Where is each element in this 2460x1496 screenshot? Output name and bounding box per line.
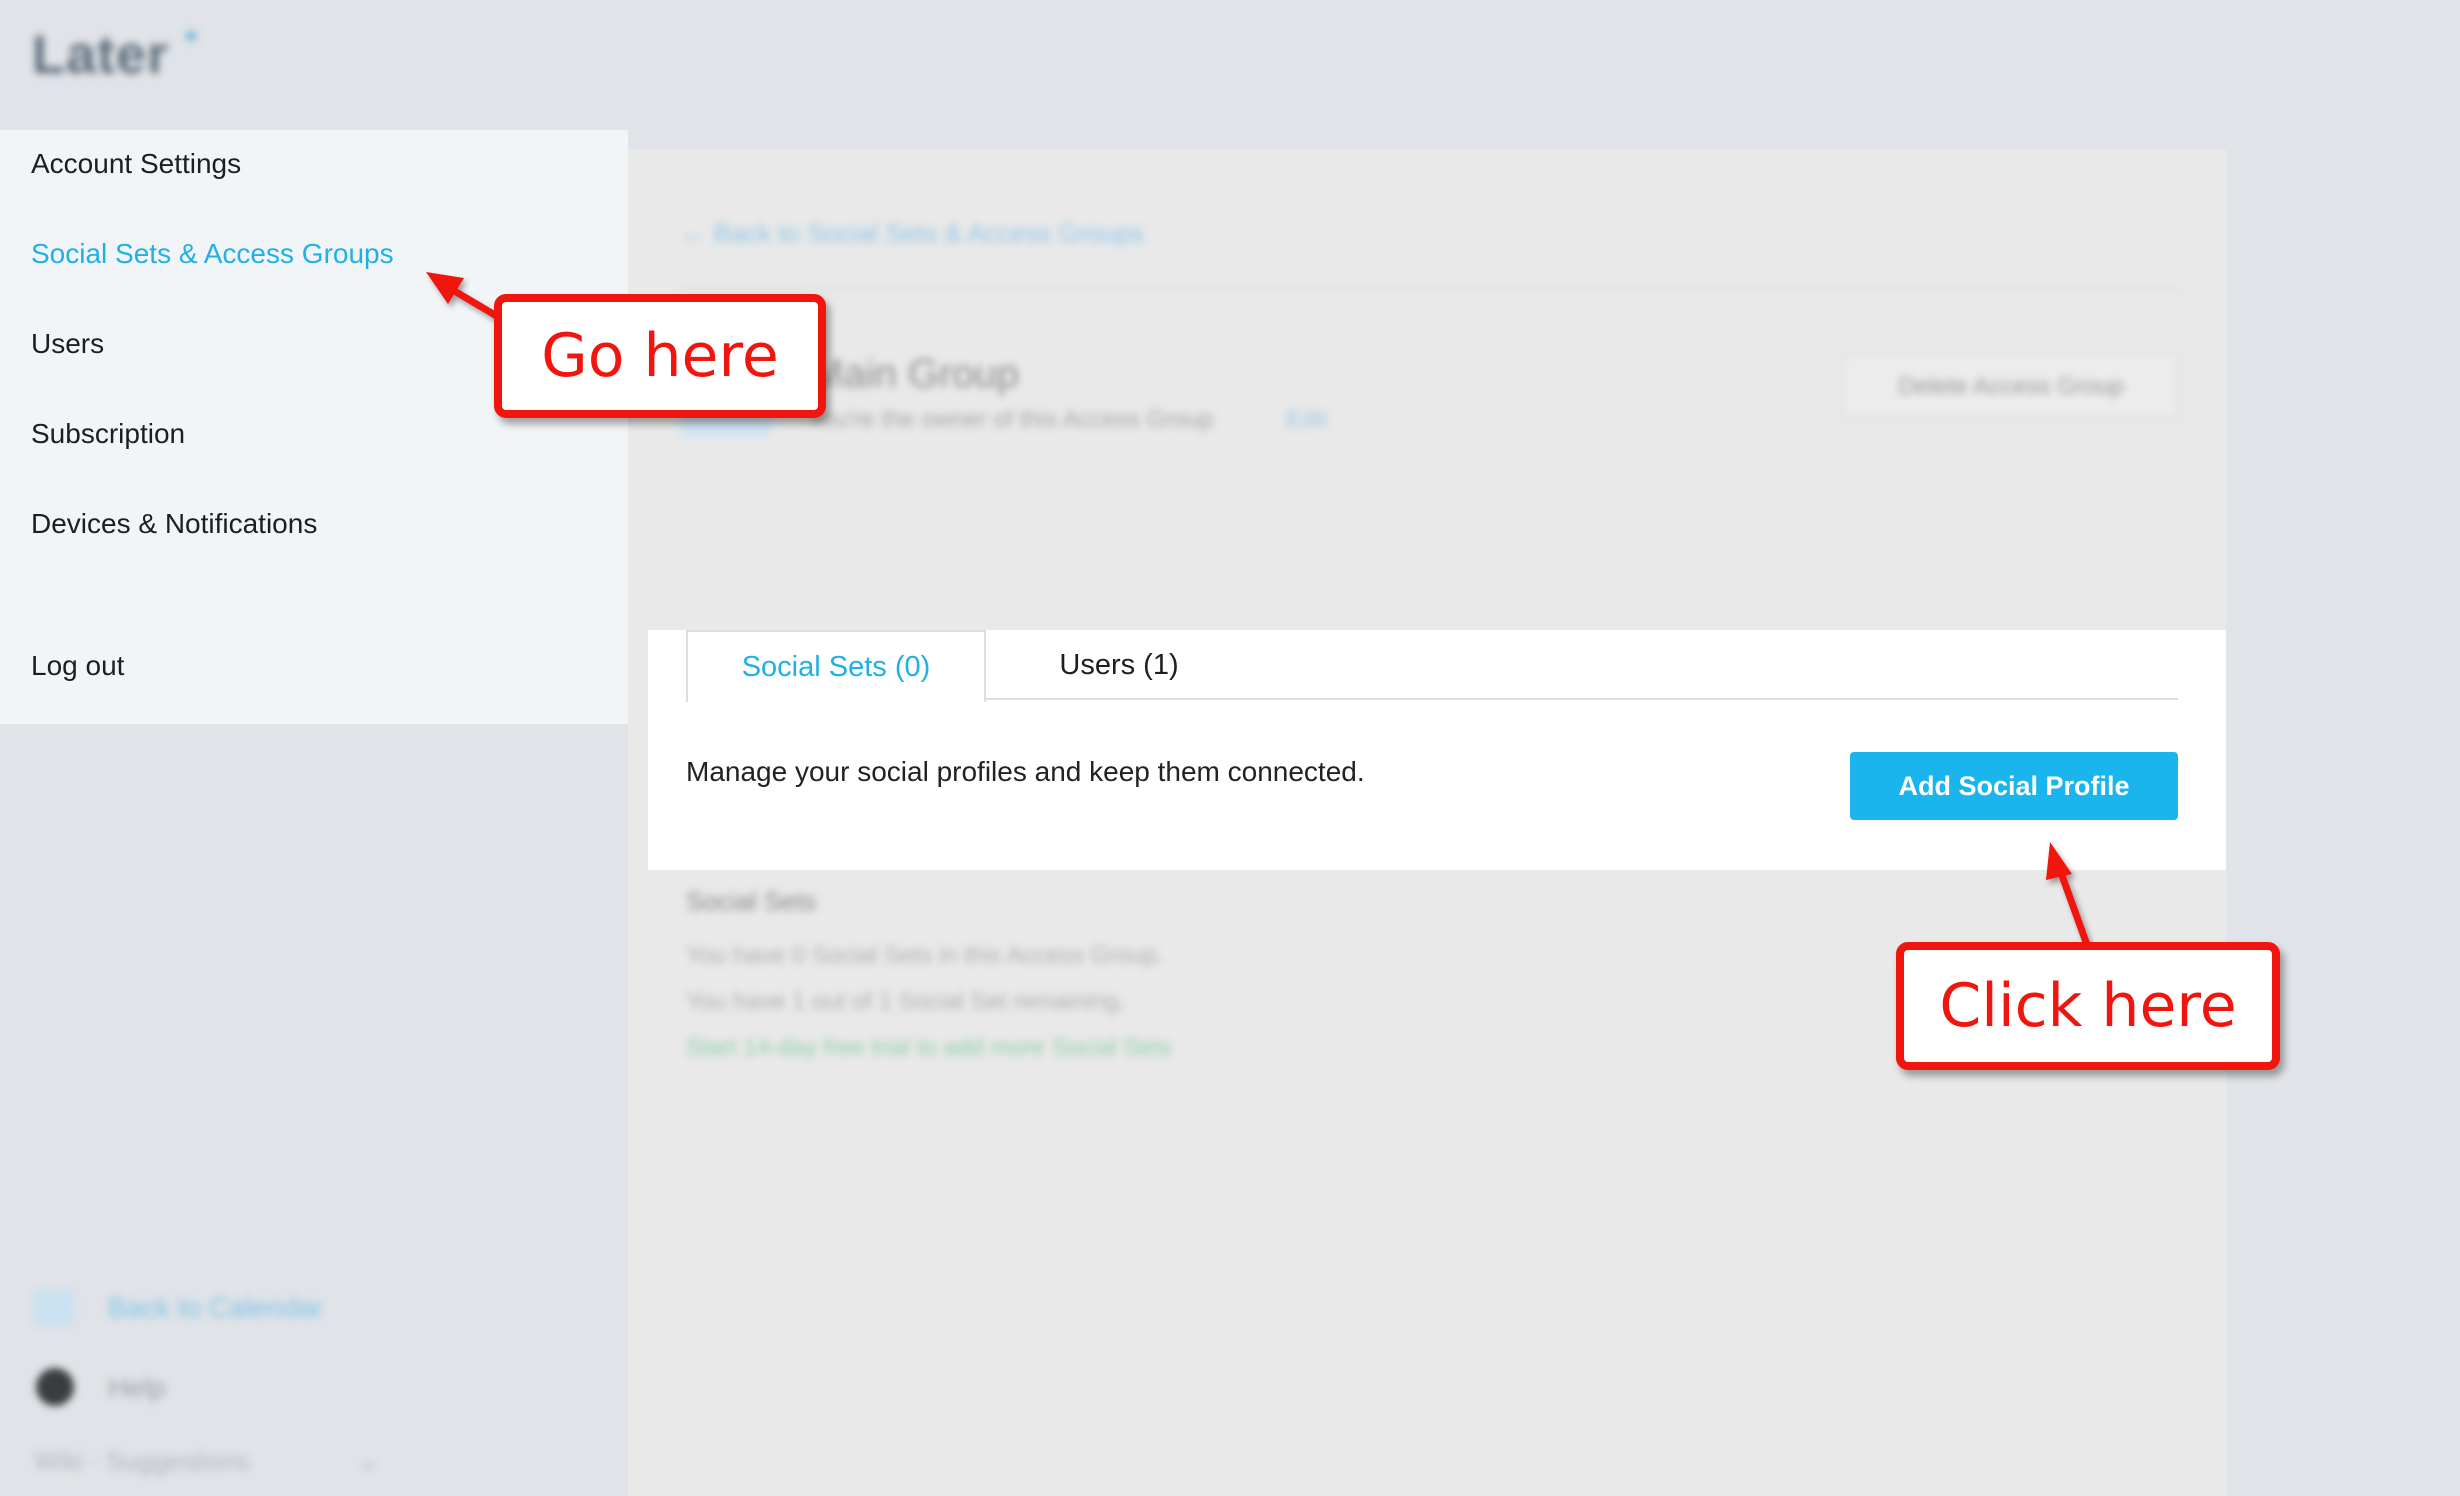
- edit-link[interactable]: Edit: [1286, 406, 1327, 434]
- settings-sidebar: Account Settings Social Sets & Access Gr…: [0, 130, 628, 724]
- sidebar-item-subscription[interactable]: Subscription: [31, 418, 185, 450]
- help-icon[interactable]: [36, 1368, 74, 1406]
- add-social-profile-button[interactable]: Add Social Profile: [1850, 752, 2178, 820]
- tab-social-sets[interactable]: Social Sets (0): [686, 630, 986, 702]
- tab-divider: [984, 698, 2178, 700]
- logo-sparkle-icon: ✦: [182, 24, 202, 49]
- social-sets-heading: Social Sets: [686, 886, 817, 916]
- back-link[interactable]: ← Back to Social Sets & Access Groups: [680, 218, 1144, 249]
- sidebar-item-log-out[interactable]: Log out: [31, 650, 124, 682]
- divider: [680, 288, 2178, 290]
- delete-access-group-button[interactable]: Delete Access Group: [1842, 354, 2180, 420]
- chevron-down-icon[interactable]: ⌄: [358, 1446, 380, 1477]
- social-sets-card: Social Sets (0) Users (1) Manage your so…: [648, 630, 2226, 870]
- free-trial-link[interactable]: Start 14-day free trial to add more Soci…: [686, 1034, 1172, 1062]
- page-title: Main Group: [810, 352, 1019, 396]
- back-to-calendar-link[interactable]: Back to Calendar: [108, 1292, 323, 1324]
- suggestions-link[interactable]: Wiki · Suggestions: [34, 1446, 249, 1477]
- owner-text: You're the owner of this Access Group: [808, 406, 1214, 433]
- calendar-icon[interactable]: [34, 1290, 74, 1326]
- sidebar-item-users[interactable]: Users: [31, 328, 104, 360]
- logo-text: Later: [32, 25, 170, 85]
- sidebar-item-devices-notifications[interactable]: Devices & Notifications: [31, 508, 317, 540]
- go-here-callout: Go here: [494, 294, 826, 418]
- later-logo: Later ✦: [32, 24, 202, 94]
- tab-users[interactable]: Users (1): [984, 630, 1254, 700]
- social-sets-remaining: You have 1 out of 1 Social Set remaining…: [686, 988, 1126, 1015]
- sidebar-item-account-settings[interactable]: Account Settings: [31, 148, 241, 180]
- sidebar-item-social-sets-access-groups[interactable]: Social Sets & Access Groups: [31, 238, 394, 270]
- click-here-callout: Click here: [1896, 942, 2280, 1070]
- help-link[interactable]: Help: [108, 1372, 166, 1404]
- card-description: Manage your social profiles and keep the…: [686, 756, 1365, 787]
- social-sets-count: You have 0 Social Sets in this Access Gr…: [686, 942, 1165, 969]
